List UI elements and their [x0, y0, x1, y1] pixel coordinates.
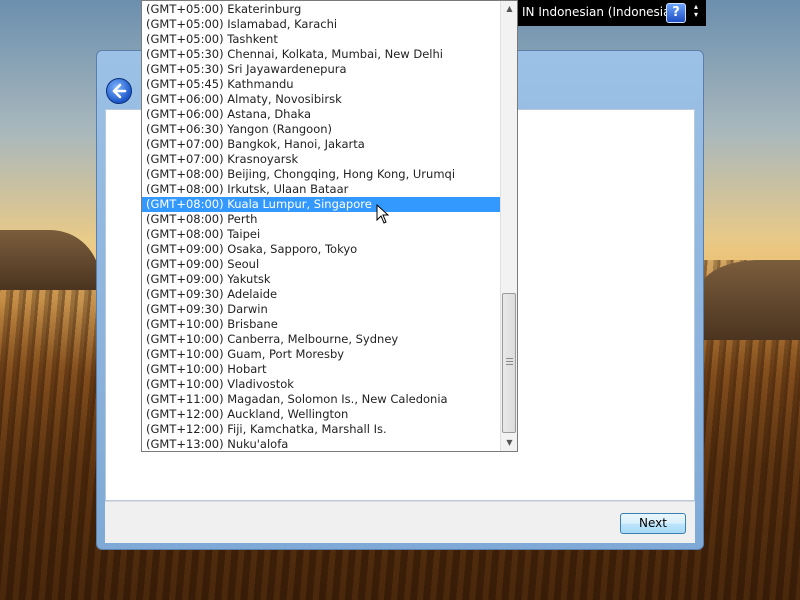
timezone-dropdown-list[interactable]: (GMT+05:00) Ekaterinburg (GMT+05:00) Isla… [141, 0, 518, 452]
timezone-option[interactable]: (GMT+05:30) Sri Jayawardenepura [142, 62, 500, 77]
scroll-grip-icon [506, 358, 513, 365]
timezone-option[interactable]: (GMT+10:00) Brisbane [142, 317, 500, 332]
timezone-option[interactable]: (GMT+07:00) Krasnoyarsk [142, 152, 500, 167]
vertical-scrollbar[interactable]: ▲ ▼ [500, 1, 517, 451]
timezone-option[interactable]: (GMT+12:00) Auckland, Wellington [142, 407, 500, 422]
wallpaper-hill-left [0, 230, 100, 290]
wallpaper-hill-right [700, 260, 800, 340]
timezone-option[interactable]: (GMT+08:00) Taipei [142, 227, 500, 242]
language-bar[interactable]: IN Indonesian (Indonesia) ? ▴ ▾ [516, 0, 706, 26]
timezone-option[interactable]: (GMT+05:00) Islamabad, Karachi [142, 17, 500, 32]
timezone-option[interactable]: (GMT+10:00) Vladivostok [142, 377, 500, 392]
timezone-option[interactable]: (GMT+12:00) Fiji, Kamchatka, Marshall Is… [142, 422, 500, 437]
scroll-down-icon[interactable]: ▼ [501, 435, 517, 451]
language-indicator[interactable]: IN Indonesian (Indonesia) [522, 5, 675, 19]
mouse-pointer-icon [376, 204, 390, 224]
timezone-option[interactable]: (GMT+05:00) Tashkent [142, 32, 500, 47]
timezone-option[interactable]: (GMT+05:45) Kathmandu [142, 77, 500, 92]
timezone-option[interactable]: (GMT+06:00) Almaty, Novosibirsk [142, 92, 500, 107]
timezone-option[interactable]: (GMT+08:00) Kuala Lumpur, Singapore [142, 197, 500, 212]
timezone-option[interactable]: (GMT+10:00) Guam, Port Moresby [142, 347, 500, 362]
timezone-option[interactable]: (GMT+06:00) Astana, Dhaka [142, 107, 500, 122]
next-button[interactable]: Next [620, 513, 686, 534]
timezone-option[interactable]: (GMT+08:00) Perth [142, 212, 500, 227]
timezone-option[interactable]: (GMT+09:00) Osaka, Sapporo, Tokyo [142, 242, 500, 257]
timezone-option[interactable]: (GMT+05:30) Chennai, Kolkata, Mumbai, Ne… [142, 47, 500, 62]
scroll-up-icon[interactable]: ▲ [501, 1, 517, 17]
timezone-option[interactable]: (GMT+10:00) Canberra, Melbourne, Sydney [142, 332, 500, 347]
timezone-option[interactable]: (GMT+06:30) Yangon (Rangoon) [142, 122, 500, 137]
wizard-footer: Next [105, 501, 695, 543]
timezone-option[interactable]: (GMT+09:30) Adelaide [142, 287, 500, 302]
timezone-option[interactable]: (GMT+08:00) Irkutsk, Ulaan Bataar [142, 182, 500, 197]
scroll-thumb[interactable] [502, 293, 516, 433]
timezone-option[interactable]: (GMT+10:00) Hobart [142, 362, 500, 377]
timezone-option[interactable]: (GMT+09:00) Seoul [142, 257, 500, 272]
language-options-icon[interactable]: ▴ ▾ [690, 3, 702, 23]
timezone-option[interactable]: (GMT+08:00) Beijing, Chongqing, Hong Kon… [142, 167, 500, 182]
timezone-option[interactable]: (GMT+09:00) Yakutsk [142, 272, 500, 287]
timezone-option[interactable]: (GMT+07:00) Bangkok, Hanoi, Jakarta [142, 137, 500, 152]
timezone-items: (GMT+05:00) Ekaterinburg (GMT+05:00) Isla… [142, 2, 500, 451]
timezone-option[interactable]: (GMT+13:00) Nuku'alofa [142, 437, 500, 451]
help-icon[interactable]: ? [666, 3, 686, 23]
timezone-option[interactable]: (GMT+05:00) Ekaterinburg [142, 2, 500, 17]
timezone-option[interactable]: (GMT+09:30) Darwin [142, 302, 500, 317]
back-arrow-icon[interactable] [106, 78, 132, 104]
timezone-option[interactable]: (GMT+11:00) Magadan, Solomon Is., New Ca… [142, 392, 500, 407]
